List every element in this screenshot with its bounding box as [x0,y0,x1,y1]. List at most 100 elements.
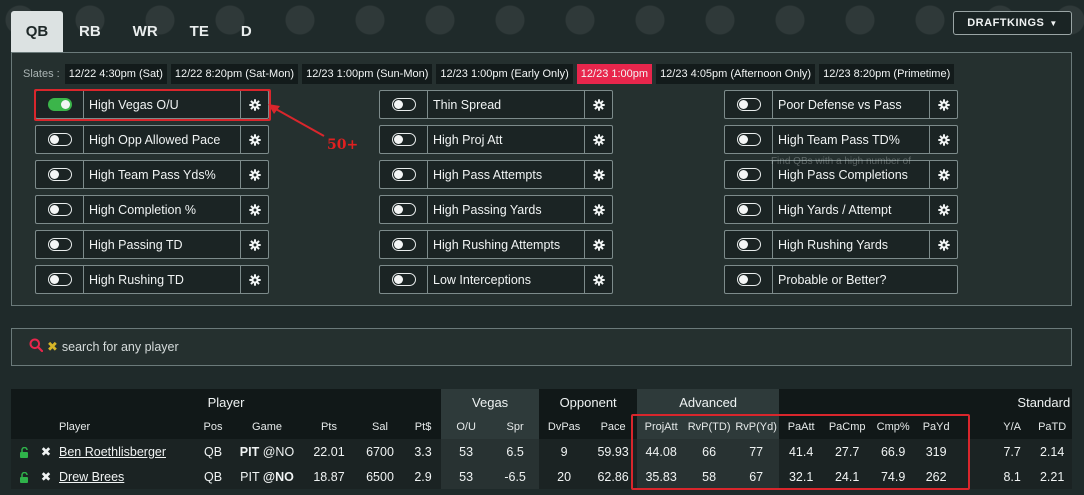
filter-toggle[interactable] [736,98,761,111]
cell-ptd: 3.3 [405,439,442,464]
filter-item: Probable or Better? [724,265,958,294]
remove-player-icon[interactable]: ✖ [37,464,55,489]
filter-toggle[interactable] [736,133,761,146]
lock-icon[interactable] [11,439,37,464]
remove-player-icon[interactable]: ✖ [37,439,55,464]
table-row[interactable]: ✖ Drew Brees QB PIT @NO 18.87 6500 2.9 53 -6.5 20… [11,464,1073,489]
filter-toggle[interactable] [391,98,416,111]
slate-option[interactable]: 12/23 8:20pm (Primetime) [819,64,955,84]
player-name-link[interactable]: Ben Roethlisberger [55,439,195,464]
gear-icon[interactable] [240,161,268,188]
filter-toggle[interactable] [47,273,72,286]
col-header-pos[interactable]: Pos [195,415,231,439]
gear-icon[interactable] [240,91,268,118]
slate-option[interactable]: 12/22 8:20pm (Sat-Mon) [170,64,299,84]
gear-icon[interactable] [929,161,957,188]
col-header-payd[interactable]: PaYd [915,415,958,439]
search-input[interactable] [61,340,462,354]
tab-te[interactable]: TE [174,11,225,52]
filter-toggle-area [36,91,84,118]
filter-toggle[interactable] [736,273,761,286]
cell-projatt: 35.83 [637,464,686,489]
gear-icon[interactable] [929,126,957,153]
slate-option[interactable]: 12/23 1:00pm (Sun-Mon) [302,64,433,84]
gear-icon[interactable] [584,91,612,118]
filter-toggle[interactable] [736,238,761,251]
filter-toggle-area [380,231,428,258]
filter-toggle-area [380,126,428,153]
slate-option[interactable]: 12/22 4:30pm (Sat) [64,64,167,84]
gear-icon[interactable] [584,126,612,153]
col-header-pace[interactable]: Pace [589,415,638,439]
col-header-rvpyd[interactable]: RvP(Yd) [733,415,780,439]
cell-ya: 8.1 [992,464,1033,489]
gear-icon[interactable] [584,196,612,223]
gear-icon[interactable] [929,91,957,118]
col-header-paatt[interactable]: PaAtt [779,415,824,439]
tab-d[interactable]: D [225,11,268,52]
filter-toggle[interactable] [391,238,416,251]
tab-qb[interactable]: QB [11,11,63,52]
filter-label: High Yards / Attempt [778,202,892,217]
filter-toggle[interactable] [736,203,761,216]
gear-icon[interactable] [240,266,268,293]
clear-search-icon[interactable]: ✖ [47,339,58,355]
gear-icon[interactable] [584,231,612,258]
filter-toggle[interactable] [47,133,72,146]
cell-spacer [957,439,993,464]
filter-toggle[interactable] [47,98,72,111]
slate-option-active[interactable]: 12/23 1:00pm [576,64,653,84]
col-header-pts[interactable]: Pts [303,415,355,439]
lock-icon[interactable] [11,464,37,489]
search-icon[interactable] [29,338,44,357]
gear-icon[interactable] [240,231,268,258]
col-header-patd[interactable]: PaTD [1032,415,1073,439]
col-header-cmp[interactable]: Cmp% [871,415,916,439]
gear-icon[interactable] [240,196,268,223]
gear-icon[interactable] [929,196,957,223]
col-header-pacmp[interactable]: PaCmp [823,415,872,439]
filter-item: High Pass Attempts [379,160,613,189]
cell-ptd: 2.9 [405,464,442,489]
tab-wr[interactable]: WR [117,11,174,52]
col-header-ya[interactable]: Y/A [992,415,1033,439]
filter-toggle[interactable] [391,203,416,216]
tab-rb[interactable]: RB [63,11,117,52]
col-header-player[interactable]: Player [55,415,195,439]
filter-toggle[interactable] [391,273,416,286]
filter-label: High Pass Attempts [433,167,543,182]
col-header-dvpas[interactable]: DvPas [539,415,590,439]
col-header-ou[interactable]: O/U [441,415,492,439]
filter-toggle[interactable] [391,168,416,181]
table-row[interactable]: ✖ Ben Roethlisberger QB PIT @NO 22.01 6700 3.3… [11,439,1073,464]
col-header-spr[interactable]: Spr [491,415,540,439]
filter-toggle-area [380,196,428,223]
filter-toggle[interactable] [391,133,416,146]
col-header-sal[interactable]: Sal [355,415,405,439]
gear-icon[interactable] [929,231,957,258]
filter-toggle[interactable] [736,168,761,181]
gear-icon[interactable] [240,126,268,153]
filter-toggle[interactable] [47,238,72,251]
cell-patd: 2.21 [1032,464,1073,489]
filter-item: Thin Spread [379,90,613,119]
col-header-projatt[interactable]: ProjAtt [637,415,686,439]
filter-toggle[interactable] [47,168,72,181]
col-header-game[interactable]: Game [231,415,303,439]
col-header-rvptd[interactable]: RvP(TD) [685,415,734,439]
filter-toggle-area [36,126,84,153]
filter-toggle-area [725,231,773,258]
player-name-link[interactable]: Drew Brees [55,464,195,489]
filter-toggle[interactable] [47,203,72,216]
slate-option[interactable]: 12/23 1:00pm (Early Only) [436,64,573,84]
filter-item: High Opp Allowed Pace [35,125,269,154]
gear-icon[interactable] [584,161,612,188]
filter-label: High Passing TD [89,237,183,252]
col-header-ptd[interactable]: Pt$ [405,415,442,439]
filter-toggle-area [725,91,773,118]
cell-dvpas: 20 [539,464,590,489]
group-header-player: Player [11,389,442,415]
slate-option[interactable]: 12/23 4:05pm (Afternoon Only) [656,64,816,84]
site-select-button[interactable]: DRAFTKINGS ▼ [953,11,1072,35]
gear-icon[interactable] [584,266,612,293]
